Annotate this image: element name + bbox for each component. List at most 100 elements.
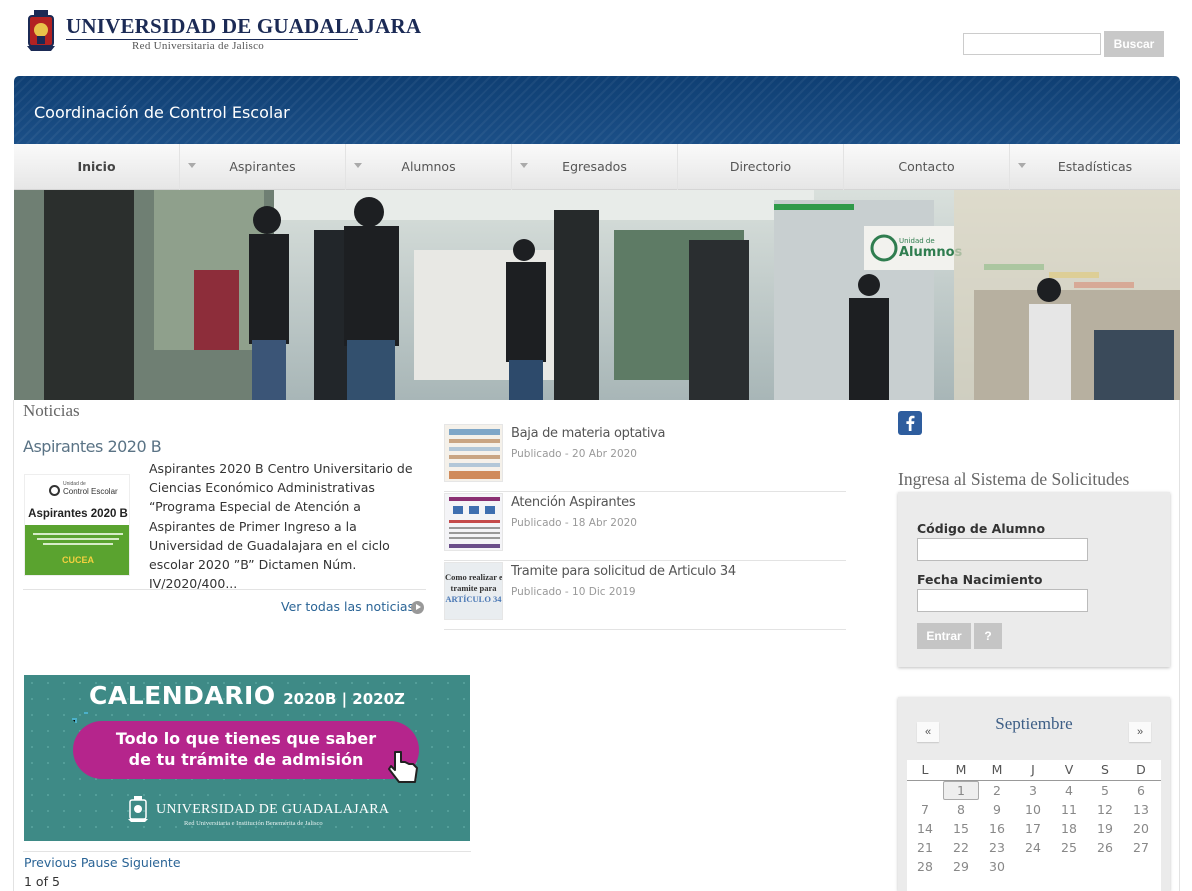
calendar-day[interactable]: 25 bbox=[1051, 838, 1087, 857]
calendar-day-today[interactable]: 1 bbox=[943, 781, 979, 800]
calendar-day[interactable]: 6 bbox=[1123, 781, 1159, 800]
calendar-weekday: S bbox=[1101, 762, 1109, 777]
calendar-day[interactable]: 30 bbox=[979, 857, 1015, 876]
document-thumbnail-icon bbox=[445, 494, 502, 550]
help-button[interactable]: ? bbox=[974, 623, 1002, 649]
thumb-green-band: CUCEA bbox=[25, 525, 129, 575]
news-title[interactable]: Baja de materia optativa bbox=[511, 426, 666, 441]
search-input[interactable] bbox=[963, 33, 1101, 55]
slider-previous-link[interactable]: Previous bbox=[24, 855, 77, 870]
department-banner: Coordinación de Control Escolar bbox=[14, 76, 1180, 144]
arrow-circle-right-icon[interactable] bbox=[411, 601, 424, 614]
slider-pause-link[interactable]: Pause bbox=[81, 855, 118, 870]
university-seal-icon[interactable] bbox=[25, 8, 57, 52]
calendar-day[interactable]: 11 bbox=[1051, 800, 1087, 819]
calendar-day[interactable]: 3 bbox=[1015, 781, 1051, 800]
calendar-day[interactable]: 22 bbox=[943, 838, 979, 857]
chevron-down-icon[interactable] bbox=[188, 163, 196, 168]
calendar-day[interactable]: 4 bbox=[1051, 781, 1087, 800]
divider bbox=[23, 851, 471, 852]
calendar-next-button[interactable]: » bbox=[1129, 722, 1151, 742]
thumb-line: tramite para bbox=[450, 583, 497, 593]
calendar-day[interactable]: 15 bbox=[943, 819, 979, 838]
calendar-day[interactable]: 5 bbox=[1087, 781, 1123, 800]
calendar-day[interactable]: 20 bbox=[1123, 819, 1159, 838]
calendar-promo-slide[interactable]: CALENDARIO 2020B | 2020Z Todo lo que tie… bbox=[24, 675, 470, 841]
chevron-down-icon[interactable] bbox=[520, 163, 528, 168]
news-date: Publicado - 18 Abr 2020 bbox=[511, 517, 637, 529]
login-heading: Ingresa al Sistema de Solicitudes bbox=[898, 469, 1130, 489]
student-code-label: Código de Alumno bbox=[917, 521, 1046, 536]
calendar-day[interactable]: 26 bbox=[1087, 838, 1123, 857]
nav-item-directorio[interactable]: Directorio bbox=[678, 144, 844, 190]
news-thumbnail[interactable] bbox=[444, 493, 503, 551]
nav-item-aspirantes[interactable]: Aspirantes bbox=[180, 144, 346, 190]
university-subtitle: Red Universitaria de Jalisco bbox=[132, 40, 265, 52]
calendar-day[interactable]: 23 bbox=[979, 838, 1015, 857]
promo-pill: Todo lo que tienes que saber de tu trámi… bbox=[73, 721, 419, 779]
news-date: Publicado - 20 Abr 2020 bbox=[511, 448, 637, 460]
thumb-line: Como realizar el bbox=[445, 572, 503, 582]
featured-news-thumbnail[interactable]: Unidad de Control Escolar Aspirantes 202… bbox=[24, 474, 130, 576]
calendar-day[interactable]: 21 bbox=[907, 838, 943, 857]
search-button[interactable]: Buscar bbox=[1104, 31, 1164, 57]
calendar-day[interactable]: 7 bbox=[907, 800, 943, 819]
calendar-day[interactable]: 17 bbox=[1015, 819, 1051, 838]
nav-item-label: Inicio bbox=[77, 159, 116, 174]
hand-pointer-icon bbox=[388, 751, 418, 783]
nav-item-egresados[interactable]: Egresados bbox=[512, 144, 678, 190]
chevron-down-icon[interactable] bbox=[1018, 163, 1026, 168]
site-header: UNIVERSIDAD DE GUADALAJARA Red Universit… bbox=[0, 0, 1192, 76]
news-title[interactable]: Tramite para solicitud de Articulo 34 bbox=[511, 564, 736, 579]
news-title[interactable]: Atención Aspirantes bbox=[511, 495, 636, 510]
calendar-weekday: V bbox=[1064, 762, 1074, 777]
news-thumbnail[interactable] bbox=[444, 424, 503, 482]
promo-line-2: de tu trámite de admisión bbox=[128, 750, 364, 769]
promo-years: 2020B | 2020Z bbox=[283, 690, 405, 708]
hero-image: Unidad de Alumnos bbox=[14, 190, 1180, 400]
slider-next-link[interactable]: Siguiente bbox=[122, 855, 181, 870]
calendar-day[interactable]: 10 bbox=[1015, 800, 1051, 819]
calendar-day[interactable]: 24 bbox=[1015, 838, 1051, 857]
enter-button[interactable]: Entrar bbox=[917, 623, 971, 649]
calendar-day[interactable]: 8 bbox=[943, 800, 979, 819]
calendar-day[interactable]: 27 bbox=[1123, 838, 1159, 857]
thumb-brand: CUCEA bbox=[61, 555, 94, 565]
news-date: Publicado - 10 Dic 2019 bbox=[511, 586, 636, 598]
student-code-input[interactable] bbox=[917, 538, 1088, 561]
nav-item-contacto[interactable]: Contacto bbox=[844, 144, 1010, 190]
university-seal-icon bbox=[128, 796, 148, 822]
nav-item-alumnos[interactable]: Alumnos bbox=[346, 144, 512, 190]
news-thumbnail[interactable]: Como realizar el tramite para ARTÍCULO 3… bbox=[444, 562, 503, 620]
calendar-day[interactable]: 9 bbox=[979, 800, 1015, 819]
all-news-link[interactable]: Ver todas las noticias bbox=[281, 599, 414, 614]
nav-item-estadisticas[interactable]: Estadísticas bbox=[1010, 144, 1180, 190]
thumb-logo-text: Control Escolar bbox=[63, 487, 118, 496]
calendar-day[interactable]: 12 bbox=[1087, 800, 1123, 819]
nav-item-inicio[interactable]: Inicio bbox=[14, 144, 180, 190]
featured-news-title[interactable]: Aspirantes 2020 B bbox=[23, 437, 162, 456]
calendar-day[interactable]: 19 bbox=[1087, 819, 1123, 838]
calendar-day[interactable]: 14 bbox=[907, 819, 943, 838]
calendar-day[interactable]: 16 bbox=[979, 819, 1015, 838]
control-escolar-logo-icon bbox=[49, 485, 60, 496]
calendar-day[interactable]: 29 bbox=[943, 857, 979, 876]
calendar-weekday: M bbox=[991, 762, 1003, 777]
calendar-day[interactable]: 18 bbox=[1051, 819, 1087, 838]
calendar-day[interactable]: 13 bbox=[1123, 800, 1159, 819]
facebook-icon[interactable] bbox=[898, 411, 922, 435]
chevron-down-icon[interactable] bbox=[354, 163, 362, 168]
news-heading: Noticias bbox=[23, 401, 80, 420]
news-item[interactable]: Atención Aspirantes Publicado - 18 Abr 2… bbox=[444, 493, 846, 561]
birth-date-input[interactable] bbox=[917, 589, 1088, 612]
slider-counter: 1 of 5 bbox=[24, 874, 60, 889]
calendar-day[interactable]: 2 bbox=[979, 781, 1015, 800]
slider-controls: Previous Pause Siguiente bbox=[24, 855, 181, 870]
calendar-weekday: D bbox=[1136, 762, 1146, 777]
university-name[interactable]: UNIVERSIDAD DE GUADALAJARA bbox=[66, 14, 421, 39]
news-item[interactable]: Como realizar el tramite para ARTÍCULO 3… bbox=[444, 562, 846, 630]
news-item[interactable]: Baja de materia optativa Publicado - 20 … bbox=[444, 424, 846, 492]
calendar-day[interactable]: 28 bbox=[907, 857, 943, 876]
calendar-weekday: L bbox=[921, 762, 929, 777]
login-panel: Código de Alumno Fecha Nacimiento Entrar… bbox=[898, 492, 1170, 667]
